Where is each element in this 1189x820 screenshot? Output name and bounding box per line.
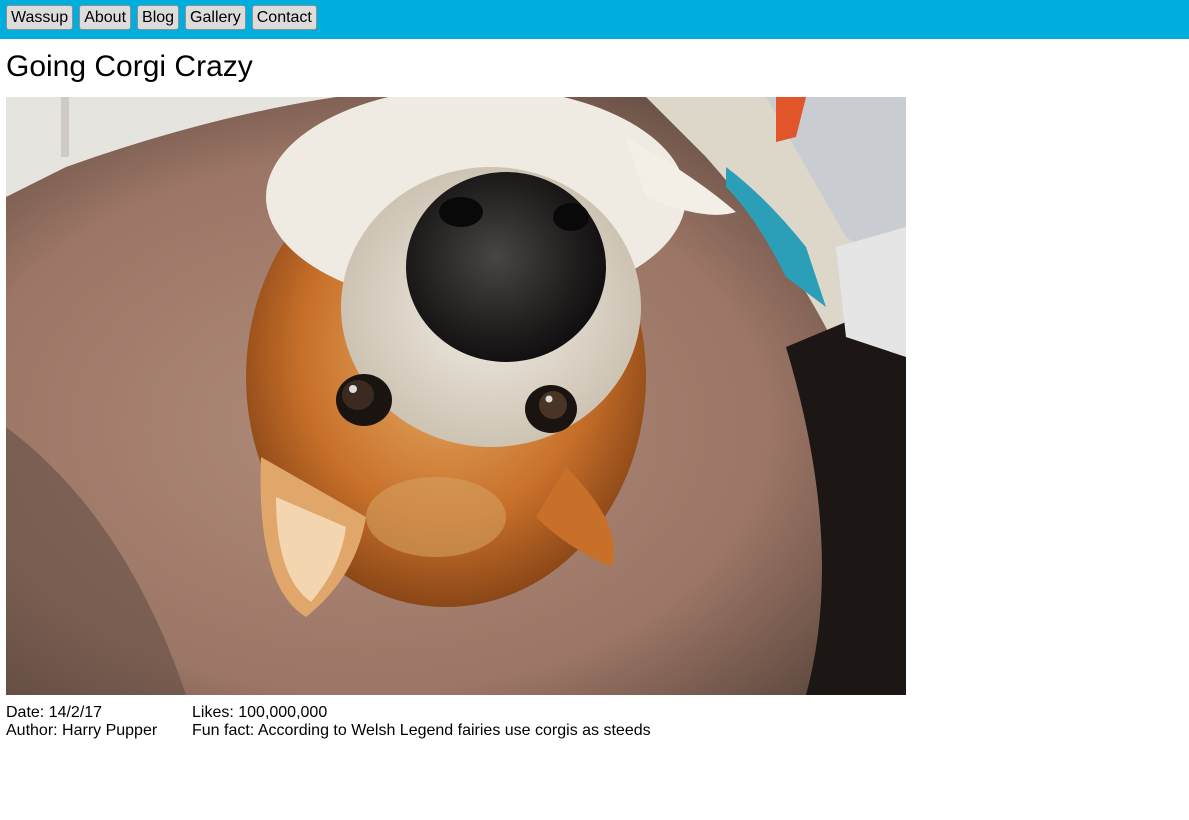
nav-button-blog[interactable]: Blog	[137, 5, 180, 30]
nav-button-gallery[interactable]: Gallery	[185, 5, 246, 30]
post-fun-fact: Fun fact: According to Welsh Legend fair…	[192, 722, 651, 739]
post-date: Date: 14/2/17	[6, 704, 103, 721]
nav-button-contact[interactable]: Contact	[251, 5, 317, 30]
nav-button-about[interactable]: About	[79, 5, 132, 30]
post-likes: Likes: 100,000,000	[192, 704, 328, 721]
post-meta-left: Date: 14/2/17 Author: Harry Pupper	[6, 704, 157, 740]
corgi-photo	[6, 97, 906, 695]
top-nav-bar: Wassup About Blog Gallery Contact	[0, 0, 1189, 39]
post-author: Author: Harry Pupper	[6, 722, 158, 739]
nav-buttons: Wassup About Blog Gallery Contact	[6, 5, 317, 30]
page-title: Going Corgi Crazy	[6, 50, 253, 83]
post-meta-right: Likes: 100,000,000 Fun fact: According t…	[192, 704, 651, 740]
nav-button-wassup[interactable]: Wassup	[6, 5, 74, 30]
